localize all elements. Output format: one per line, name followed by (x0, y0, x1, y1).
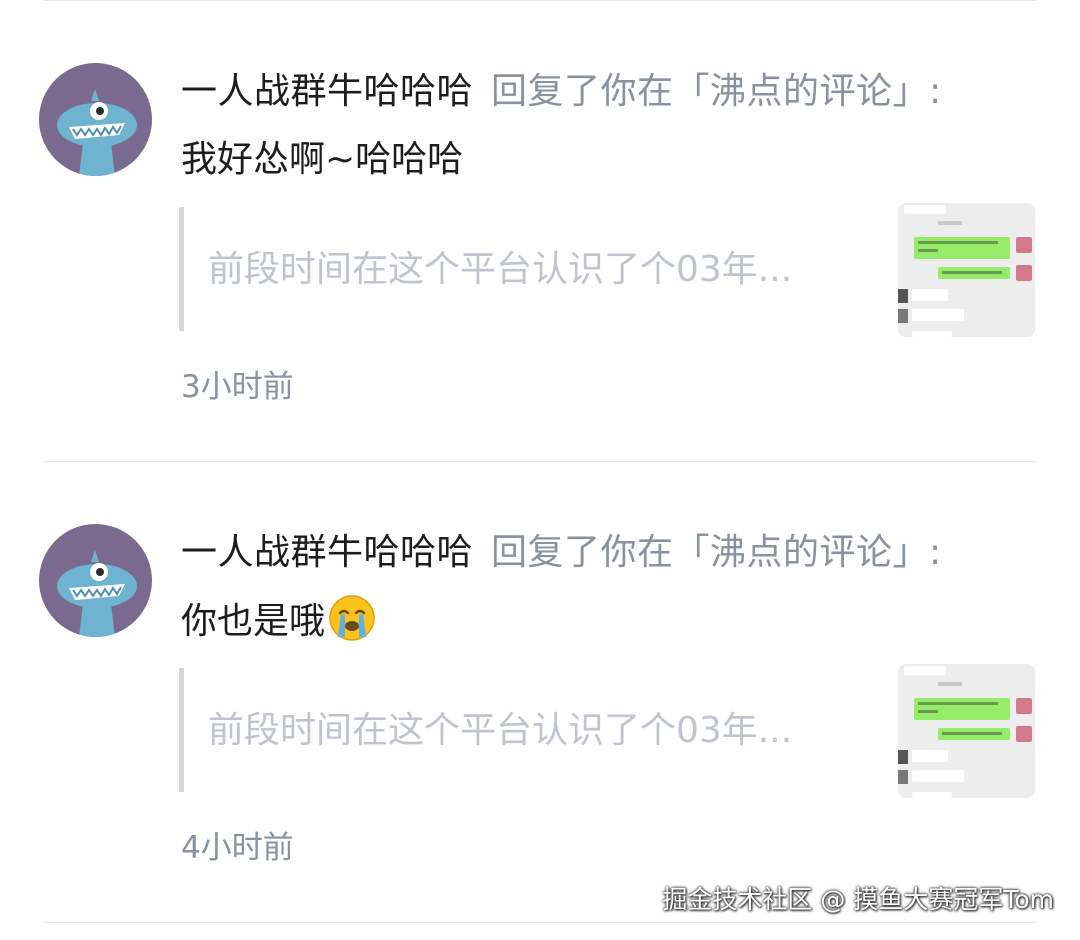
timestamp: 4小时前 (181, 830, 294, 866)
comment-text: 你也是哦 (181, 593, 377, 650)
post-thumbnail[interactable] (898, 203, 1035, 337)
notification-item[interactable]: 一人战群牛哈哈哈 回复了你在「沸点的评论」: 你也是哦 前段时间在这个平台认识了个… (0, 461, 1080, 921)
crying-face-icon (327, 593, 377, 643)
comment-body: 你也是哦 (181, 601, 326, 642)
quote-bar (179, 207, 184, 331)
avatar[interactable] (39, 524, 152, 637)
notification-list: 一人战群牛哈哈哈 回复了你在「沸点的评论」: 我好怂啊~哈哈哈 前段时间在这个平台… (0, 0, 1080, 940)
monster-avatar-icon (39, 63, 152, 176)
quote-bar (179, 668, 184, 792)
chat-screenshot-image (898, 203, 1035, 337)
post-thumbnail[interactable] (898, 664, 1035, 798)
watermark: 掘金技术社区 @ 摸鱼大赛冠军Tom (662, 885, 1054, 914)
timestamp: 3小时前 (181, 369, 294, 405)
action-text: 回复了你在「沸点的评论」: (491, 71, 942, 112)
comment-text: 我好怂啊~哈哈哈 (181, 132, 463, 188)
action-text: 回复了你在「沸点的评论」: (491, 532, 942, 573)
divider (44, 922, 1036, 923)
notification-header: 一人战群牛哈哈哈 回复了你在「沸点的评论」: (181, 64, 942, 120)
chat-screenshot-image (898, 664, 1035, 798)
user-name[interactable]: 一人战群牛哈哈哈 (181, 71, 473, 112)
notification-header: 一人战群牛哈哈哈 回复了你在「沸点的评论」: (181, 525, 942, 581)
quoted-post[interactable]: 前段时间在这个平台认识了个03年... (208, 703, 792, 759)
quoted-post[interactable]: 前段时间在这个平台认识了个03年... (208, 242, 792, 298)
user-name[interactable]: 一人战群牛哈哈哈 (181, 532, 473, 573)
comment-body: 我好怂啊~哈哈哈 (181, 139, 464, 180)
notification-item[interactable]: 一人战群牛哈哈哈 回复了你在「沸点的评论」: 我好怂啊~哈哈哈 前段时间在这个平台… (0, 0, 1080, 460)
monster-avatar-icon (39, 524, 152, 637)
avatar[interactable] (39, 63, 152, 176)
